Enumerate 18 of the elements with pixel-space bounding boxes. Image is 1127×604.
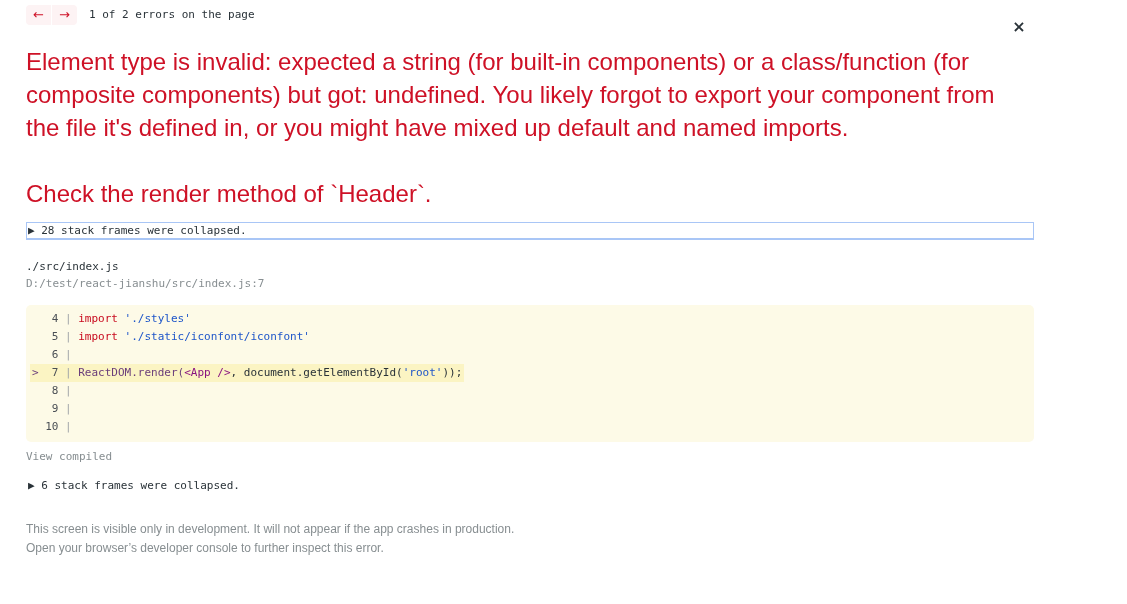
error-message: Element type is invalid: expected a string (for built-in components) or a class/function (for composite components) but got: undefined. You likely forgot to export your component from the file it's defined in, or you might have mixed up default and named imports. — [26, 47, 996, 143]
frame-file-path: ./src/index.js — [26, 259, 120, 275]
previous-error-button[interactable]: ← — [26, 5, 51, 25]
code-line: 4 | import './styles' — [50, 311, 192, 327]
code-line: 10 | — [44, 419, 73, 435]
view-compiled-link[interactable]: View compiled — [26, 448, 113, 465]
code-line: 5 | import './static/iconfont/iconfont' — [50, 329, 311, 345]
next-error-button[interactable]: → — [52, 5, 77, 25]
error-counter: 1 of 2 errors on the page — [89, 7, 255, 23]
close-button[interactable]: × — [1010, 18, 1028, 36]
code-line: 8 | — [50, 383, 73, 399]
code-line: 6 | — [50, 347, 73, 363]
error-message: Check the render method of `Header`. — [26, 179, 433, 209]
frame-source-location: D:/test/react-jianshu/src/index.js:7 — [26, 276, 266, 292]
footer-note: This screen is visible only in development. It will not appear if the app crashes in production. — [26, 521, 516, 538]
code-line: 9 | — [50, 401, 73, 417]
collapsed-frames-toggle[interactable]: ▶ 28 stack frames were collapsed. — [26, 222, 1034, 240]
footer-note: Open your browser’s developer console to further inspect this error. — [26, 540, 385, 557]
